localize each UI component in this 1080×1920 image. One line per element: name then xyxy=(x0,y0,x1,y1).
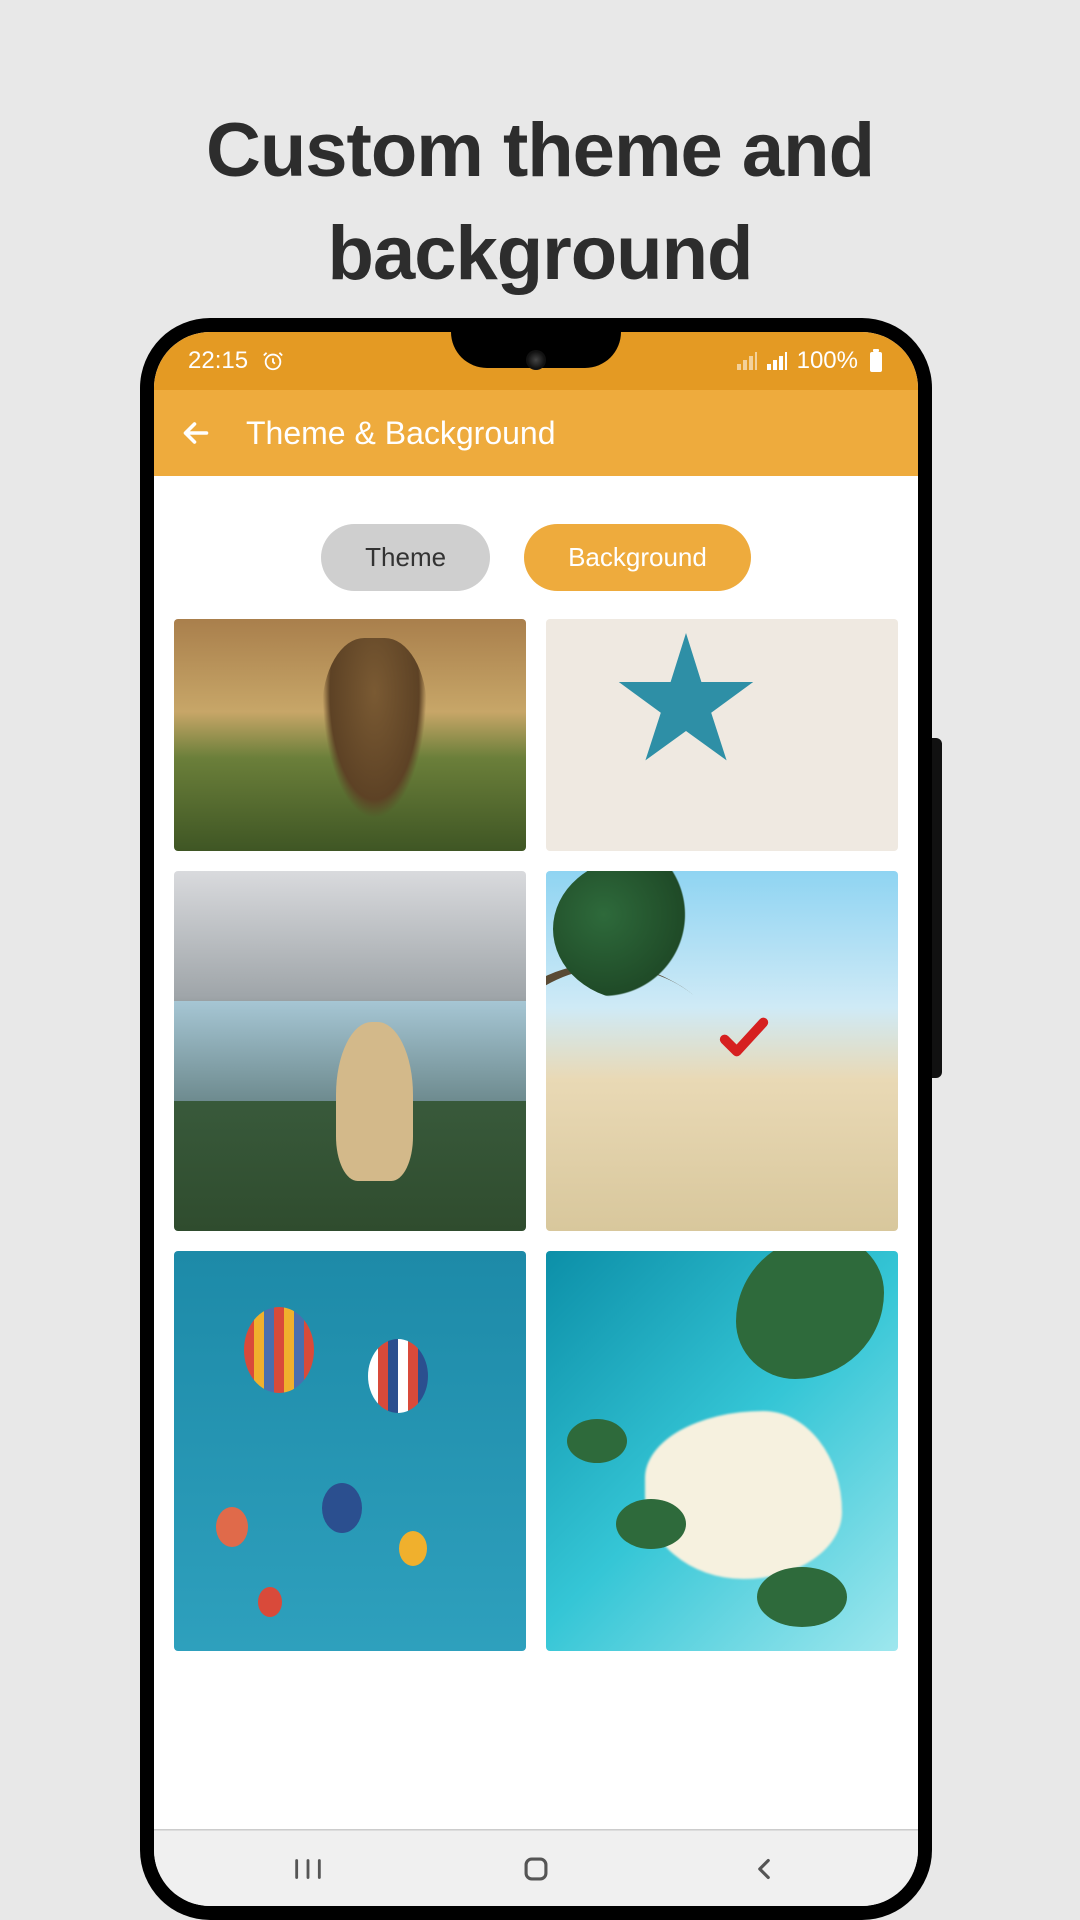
tab-theme[interactable]: Theme xyxy=(321,524,490,591)
background-thumb-llama[interactable] xyxy=(174,871,526,1231)
decoration xyxy=(258,1587,282,1617)
decoration xyxy=(567,1419,627,1463)
decoration xyxy=(399,1531,427,1566)
background-grid xyxy=(154,619,918,1651)
background-thumb-palm[interactable] xyxy=(546,871,898,1231)
phone-screen: 22:15 100% Them xyxy=(154,332,918,1906)
phone-frame: 22:15 100% Them xyxy=(140,318,932,1920)
signal-icon-2 xyxy=(767,352,787,370)
selected-check-icon xyxy=(715,1008,773,1066)
app-bar-title: Theme & Background xyxy=(246,415,556,452)
decoration xyxy=(216,1507,248,1547)
alarm-icon xyxy=(262,350,284,372)
background-thumb-star[interactable] xyxy=(546,619,898,851)
tabs: Theme Background xyxy=(154,476,918,619)
back-icon[interactable] xyxy=(178,415,214,451)
android-nav-bar xyxy=(154,1830,918,1906)
status-battery: 100% xyxy=(797,347,858,375)
marketing-headline: Custom theme and background xyxy=(0,100,1080,305)
nav-recents-icon[interactable] xyxy=(291,1852,325,1886)
decoration xyxy=(757,1567,847,1627)
battery-icon xyxy=(868,349,884,373)
nav-home-icon[interactable] xyxy=(519,1852,553,1886)
background-thumb-aerial[interactable] xyxy=(546,1251,898,1651)
status-time: 22:15 xyxy=(188,347,248,375)
decoration xyxy=(616,1499,686,1549)
signal-icon xyxy=(737,352,757,370)
background-thumb-balloons[interactable] xyxy=(174,1251,526,1651)
background-thumb-deer[interactable] xyxy=(174,619,526,851)
tab-background[interactable]: Background xyxy=(524,524,751,591)
phone-camera xyxy=(526,350,546,370)
nav-back-icon[interactable] xyxy=(747,1852,781,1886)
decoration xyxy=(322,1483,362,1533)
app-bar: Theme & Background xyxy=(154,390,918,476)
